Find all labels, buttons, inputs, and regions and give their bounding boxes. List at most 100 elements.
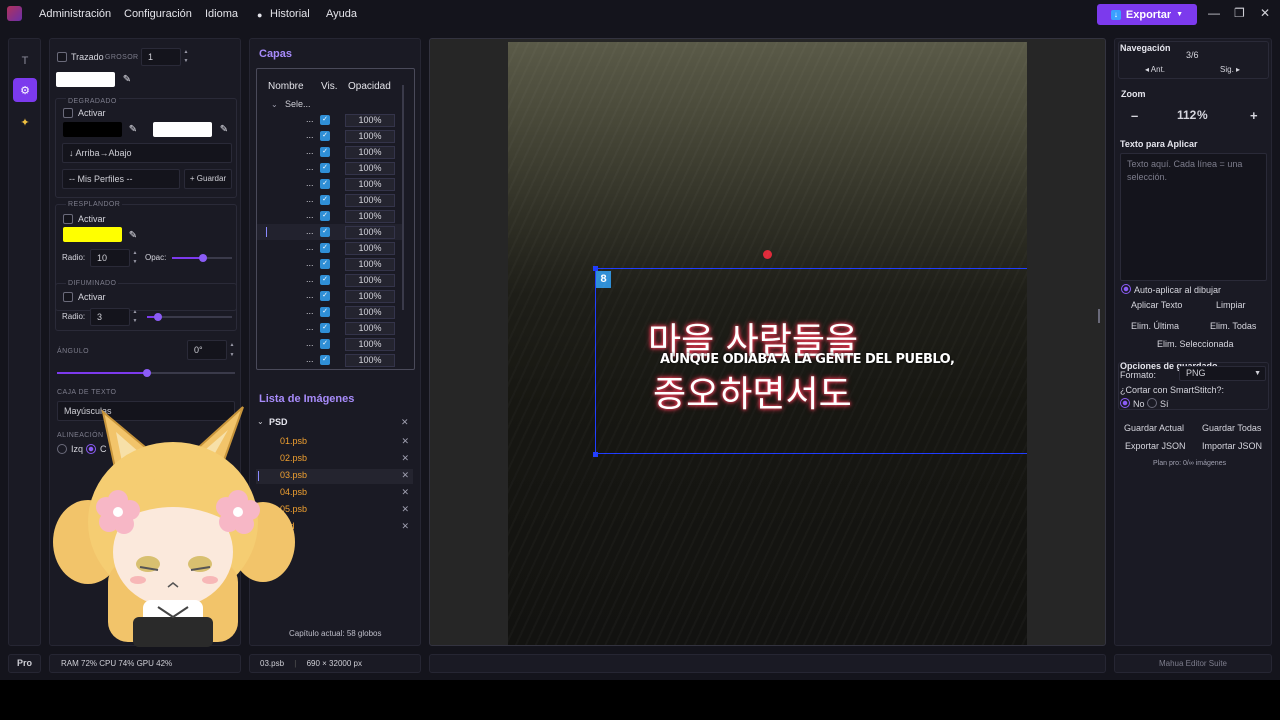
layer-opacity-input[interactable]: 100% [345, 226, 395, 239]
visibility-checkbox[interactable]: ✓ [320, 211, 330, 221]
visibility-checkbox[interactable]: ✓ [320, 323, 330, 333]
layer-row[interactable]: ... ✓ 100% [257, 208, 402, 224]
spin-up-icon[interactable]: ▲ [131, 249, 139, 257]
visibility-checkbox[interactable]: ✓ [320, 339, 330, 349]
selection-box[interactable] [595, 268, 1027, 454]
close-icon[interactable]: ✕ [401, 504, 409, 515]
resize-handle[interactable] [593, 266, 598, 271]
prev-page-button[interactable]: ◂ Ant. [1145, 65, 1165, 74]
text-tool-icon[interactable]: T [13, 49, 37, 73]
layer-row[interactable]: ... ✓ 100% [257, 320, 402, 336]
delete-last-button[interactable]: Elim. Última [1131, 321, 1179, 331]
gradient-start-swatch[interactable] [63, 122, 122, 137]
layer-opacity-input[interactable]: 100% [345, 114, 395, 127]
spin-up-icon[interactable]: ▲ [228, 341, 236, 349]
blur-radius-slider[interactable] [154, 313, 162, 321]
chevron-down-icon[interactable]: ⌄ [271, 100, 278, 109]
layer-row[interactable]: ... ✓ 100% [257, 144, 402, 160]
glow-opacity-slider[interactable] [199, 254, 207, 262]
layer-row[interactable]: ... ✓ 100% [257, 352, 402, 368]
visibility-checkbox[interactable]: ✓ [320, 227, 330, 237]
next-page-button[interactable]: Sig. ▸ [1220, 65, 1240, 74]
glow-radius-input[interactable]: 10 [90, 249, 130, 267]
layer-row[interactable]: ... ✓ 100% [257, 288, 402, 304]
layer-row[interactable]: ... ✓ 100% [257, 224, 402, 240]
panel-splitter[interactable] [1098, 309, 1100, 323]
glow-activate-checkbox[interactable] [63, 214, 73, 224]
eyedropper-icon[interactable]: ✎ [121, 74, 133, 86]
visibility-checkbox[interactable]: ✓ [320, 147, 330, 157]
layer-row[interactable]: ... ✓ 100% [257, 304, 402, 320]
layer-row[interactable]: ... ✓ 100% [257, 176, 402, 192]
layer-opacity-input[interactable]: 100% [345, 130, 395, 143]
eyedropper-icon[interactable]: ✎ [218, 124, 230, 136]
eyedropper-icon[interactable]: ✎ [127, 124, 139, 136]
layer-group-name[interactable]: Sele... [285, 99, 311, 109]
eyedropper-icon[interactable]: ✎ [127, 230, 139, 242]
layer-opacity-input[interactable]: 100% [345, 162, 395, 175]
clear-button[interactable]: Limpiar [1216, 300, 1246, 310]
close-icon[interactable]: ✕ [401, 453, 409, 464]
settings-tool-icon[interactable]: ⚙ [13, 78, 37, 102]
manga-page[interactable]: 마을 사람들을 증오하면서도 AUNQUE ODIABA A LA GENTE … [508, 42, 1027, 645]
close-icon[interactable]: ✕ [401, 436, 409, 447]
close-icon[interactable]: ✕ [1260, 6, 1270, 20]
visibility-checkbox[interactable]: ✓ [320, 291, 330, 301]
visibility-checkbox[interactable]: ✓ [320, 355, 330, 365]
glow-color-swatch[interactable] [63, 227, 122, 242]
layer-opacity-input[interactable]: 100% [345, 146, 395, 159]
visibility-checkbox[interactable]: ✓ [320, 243, 330, 253]
layer-opacity-input[interactable]: 100% [345, 274, 395, 287]
menu-configuracion[interactable]: Configuración [124, 8, 192, 20]
blur-radius-input[interactable]: 3 [90, 308, 130, 326]
visibility-checkbox[interactable]: ✓ [320, 307, 330, 317]
save-all-button[interactable]: Guardar Todas [1202, 423, 1261, 433]
layer-opacity-input[interactable]: 100% [345, 306, 395, 319]
blur-activate-checkbox[interactable] [63, 292, 73, 302]
layer-row[interactable]: ... ✓ 100% [257, 112, 402, 128]
visibility-checkbox[interactable]: ✓ [320, 275, 330, 285]
smartstitch-yes-radio[interactable] [1147, 398, 1157, 408]
layer-row[interactable]: ... ✓ 100% [257, 272, 402, 288]
spin-down-icon[interactable]: ▼ [182, 57, 190, 65]
menu-ayuda[interactable]: Ayuda [326, 8, 357, 20]
auto-apply-toggle[interactable] [1121, 284, 1131, 294]
export-json-button[interactable]: Exportar JSON [1125, 441, 1186, 451]
layer-row[interactable]: ... ✓ 100% [257, 256, 402, 272]
gradient-activate-checkbox[interactable] [63, 108, 73, 118]
close-icon[interactable]: ✕ [401, 521, 409, 532]
layer-opacity-input[interactable]: 100% [345, 258, 395, 271]
apply-text-button[interactable]: Aplicar Texto [1131, 300, 1182, 310]
stroke-color-swatch[interactable] [56, 72, 115, 87]
layers-scrollbar[interactable] [402, 85, 404, 310]
layer-row[interactable]: ... ✓ 100% [257, 128, 402, 144]
translation-text[interactable]: AUNQUE ODIABA A LA GENTE DEL PUEBLO, [660, 352, 955, 367]
visibility-checkbox[interactable]: ✓ [320, 115, 330, 125]
maximize-icon[interactable]: ❐ [1234, 6, 1245, 20]
visibility-checkbox[interactable]: ✓ [320, 163, 330, 173]
visibility-checkbox[interactable]: ✓ [320, 131, 330, 141]
spin-down-icon[interactable]: ▼ [131, 258, 139, 266]
gradient-end-swatch[interactable] [153, 122, 212, 137]
layer-opacity-input[interactable]: 100% [345, 210, 395, 223]
gradient-direction-select[interactable]: ↓ Arriba→Abajo [62, 143, 232, 163]
zoom-value[interactable]: 112 [1177, 108, 1196, 122]
minimize-icon[interactable]: — [1208, 6, 1220, 20]
effects-tool-icon[interactable]: ✦ [13, 110, 37, 134]
layer-opacity-input[interactable]: 100% [345, 290, 395, 303]
text-apply-textarea[interactable]: Texto aquí. Cada línea = una selección. [1120, 153, 1267, 281]
close-icon[interactable]: ✕ [401, 470, 409, 481]
pro-badge[interactable]: Pro [8, 654, 41, 673]
zoom-in-button[interactable]: + [1250, 108, 1258, 123]
spin-down-icon[interactable]: ▼ [131, 317, 139, 325]
layer-opacity-input[interactable]: 100% [345, 322, 395, 335]
format-select[interactable]: PNG ▼ [1179, 366, 1266, 381]
delete-selected-button[interactable]: Elim. Seleccionada [1157, 339, 1234, 349]
rotate-handle[interactable] [763, 250, 772, 259]
smartstitch-no-radio[interactable] [1120, 398, 1130, 408]
layer-row[interactable]: ... ✓ 100% [257, 160, 402, 176]
layer-row[interactable]: ... ✓ 100% [257, 240, 402, 256]
spin-up-icon[interactable]: ▲ [131, 308, 139, 316]
thickness-input[interactable]: 1 [141, 48, 181, 66]
layer-row[interactable]: ... ✓ 100% [257, 336, 402, 352]
